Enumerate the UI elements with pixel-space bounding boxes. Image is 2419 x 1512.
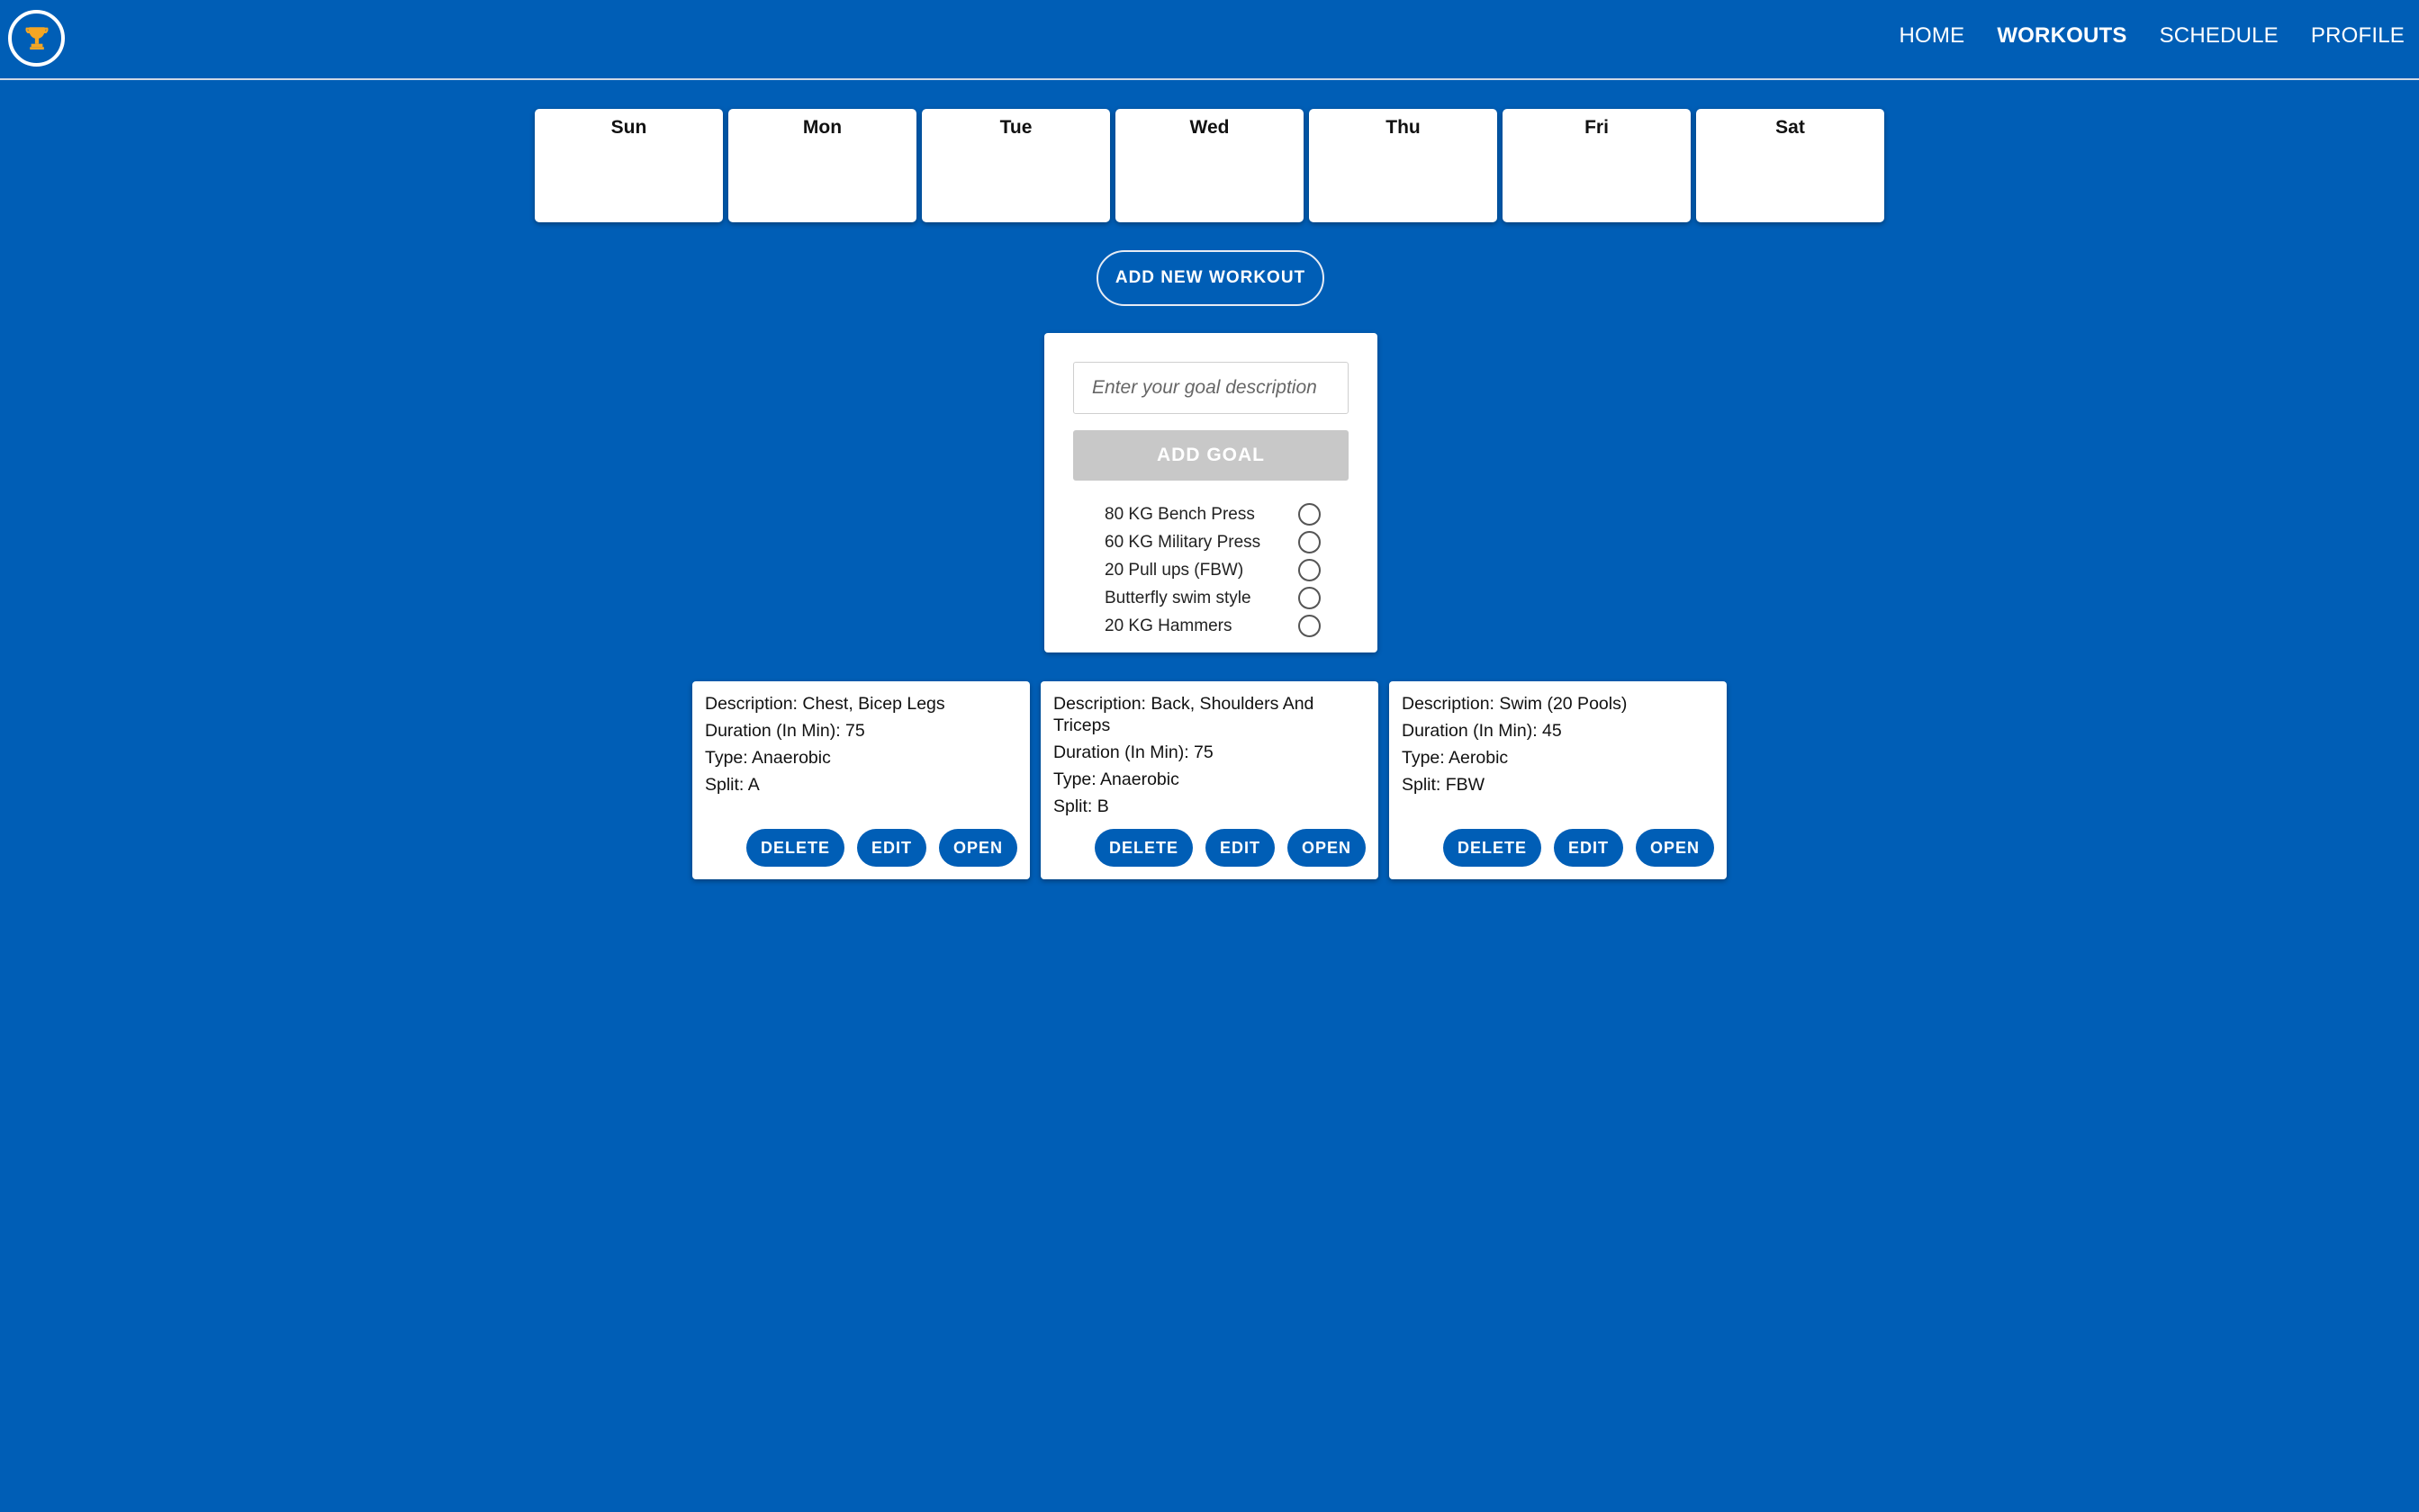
main-nav: HOME WORKOUTS SCHEDULE PROFILE <box>1900 23 2405 49</box>
goal-item: 80 KG Bench Press <box>1105 500 1321 528</box>
goal-done-radio[interactable] <box>1298 503 1321 526</box>
logo[interactable] <box>8 10 65 67</box>
goal-done-radio[interactable] <box>1298 587 1321 609</box>
workout-card: Description: Chest, Bicep Legs Duration … <box>692 681 1030 879</box>
workout-duration: Duration (In Min): 45 <box>1402 721 1562 741</box>
workout-description: Description: Chest, Bicep Legs <box>705 694 945 714</box>
workout-split: Split: A <box>705 775 760 795</box>
workout-type: Type: Anaerobic <box>1053 770 1179 789</box>
card-actions: DELETE EDIT OPEN <box>1094 829 1366 867</box>
delete-button[interactable]: DELETE <box>745 829 844 867</box>
goal-label: Butterfly swim style <box>1105 588 1251 608</box>
nav-profile[interactable]: PROFILE <box>2311 23 2405 49</box>
goal-label: 80 KG Bench Press <box>1105 504 1255 524</box>
goal-label: 20 Pull ups (FBW) <box>1105 560 1244 580</box>
day-mon[interactable]: Mon <box>728 109 916 222</box>
workout-split: Split: B <box>1053 796 1109 816</box>
goal-list: 80 KG Bench Press 60 KG Military Press 2… <box>1105 500 1321 640</box>
workout-split: Split: FBW <box>1402 775 1485 795</box>
add-new-workout-button[interactable]: ADD NEW WORKOUT <box>1097 250 1324 306</box>
open-button[interactable]: OPEN <box>1286 829 1366 867</box>
goal-label: 60 KG Military Press <box>1105 532 1261 552</box>
day-sun[interactable]: Sun <box>535 109 723 222</box>
nav-schedule[interactable]: SCHEDULE <box>2160 23 2279 49</box>
edit-button[interactable]: EDIT <box>856 829 926 867</box>
goals-panel: ADD GOAL 80 KG Bench Press 60 KG Militar… <box>1044 333 1377 652</box>
edit-button[interactable]: EDIT <box>1553 829 1623 867</box>
goal-done-radio[interactable] <box>1298 559 1321 581</box>
card-actions: DELETE EDIT OPEN <box>1442 829 1714 867</box>
workout-type: Type: Aerobic <box>1402 748 1509 768</box>
day-thu[interactable]: Thu <box>1309 109 1497 222</box>
workout-cards: Description: Chest, Bicep Legs Duration … <box>692 681 1727 879</box>
day-wed[interactable]: Wed <box>1115 109 1304 222</box>
workout-type: Type: Anaerobic <box>705 748 831 768</box>
workout-duration: Duration (In Min): 75 <box>705 721 865 741</box>
day-sat[interactable]: Sat <box>1696 109 1884 222</box>
nav-workouts[interactable]: WORKOUTS <box>1997 23 2126 49</box>
goal-description-input[interactable] <box>1073 362 1349 414</box>
goal-label: 20 KG Hammers <box>1105 616 1232 635</box>
workout-duration: Duration (In Min): 75 <box>1053 742 1214 762</box>
goal-item: 60 KG Military Press <box>1105 528 1321 556</box>
top-navbar: HOME WORKOUTS SCHEDULE PROFILE <box>0 0 2419 80</box>
trophy-icon <box>24 26 49 50</box>
goal-done-radio[interactable] <box>1298 531 1321 554</box>
workout-card: Description: Back, Shoulders And Triceps… <box>1041 681 1378 879</box>
delete-button[interactable]: DELETE <box>1442 829 1541 867</box>
workout-card: Description: Swim (20 Pools) Duration (I… <box>1389 681 1727 879</box>
nav-home[interactable]: HOME <box>1900 23 1965 49</box>
edit-button[interactable]: EDIT <box>1205 829 1275 867</box>
goal-item: 20 Pull ups (FBW) <box>1105 556 1321 584</box>
week-days: Sun Mon Tue Wed Thu Fri Sat <box>535 109 1884 222</box>
open-button[interactable]: OPEN <box>1635 829 1714 867</box>
workout-description: Description: Back, Shoulders And Triceps <box>1053 694 1314 735</box>
goal-item: 20 KG Hammers <box>1105 612 1321 640</box>
goal-done-radio[interactable] <box>1298 615 1321 637</box>
open-button[interactable]: OPEN <box>938 829 1017 867</box>
workout-description: Description: Swim (20 Pools) <box>1402 694 1628 714</box>
day-fri[interactable]: Fri <box>1503 109 1691 222</box>
goal-item: Butterfly swim style <box>1105 584 1321 612</box>
add-goal-button[interactable]: ADD GOAL <box>1073 430 1349 481</box>
day-tue[interactable]: Tue <box>922 109 1110 222</box>
delete-button[interactable]: DELETE <box>1094 829 1193 867</box>
card-actions: DELETE EDIT OPEN <box>745 829 1017 867</box>
